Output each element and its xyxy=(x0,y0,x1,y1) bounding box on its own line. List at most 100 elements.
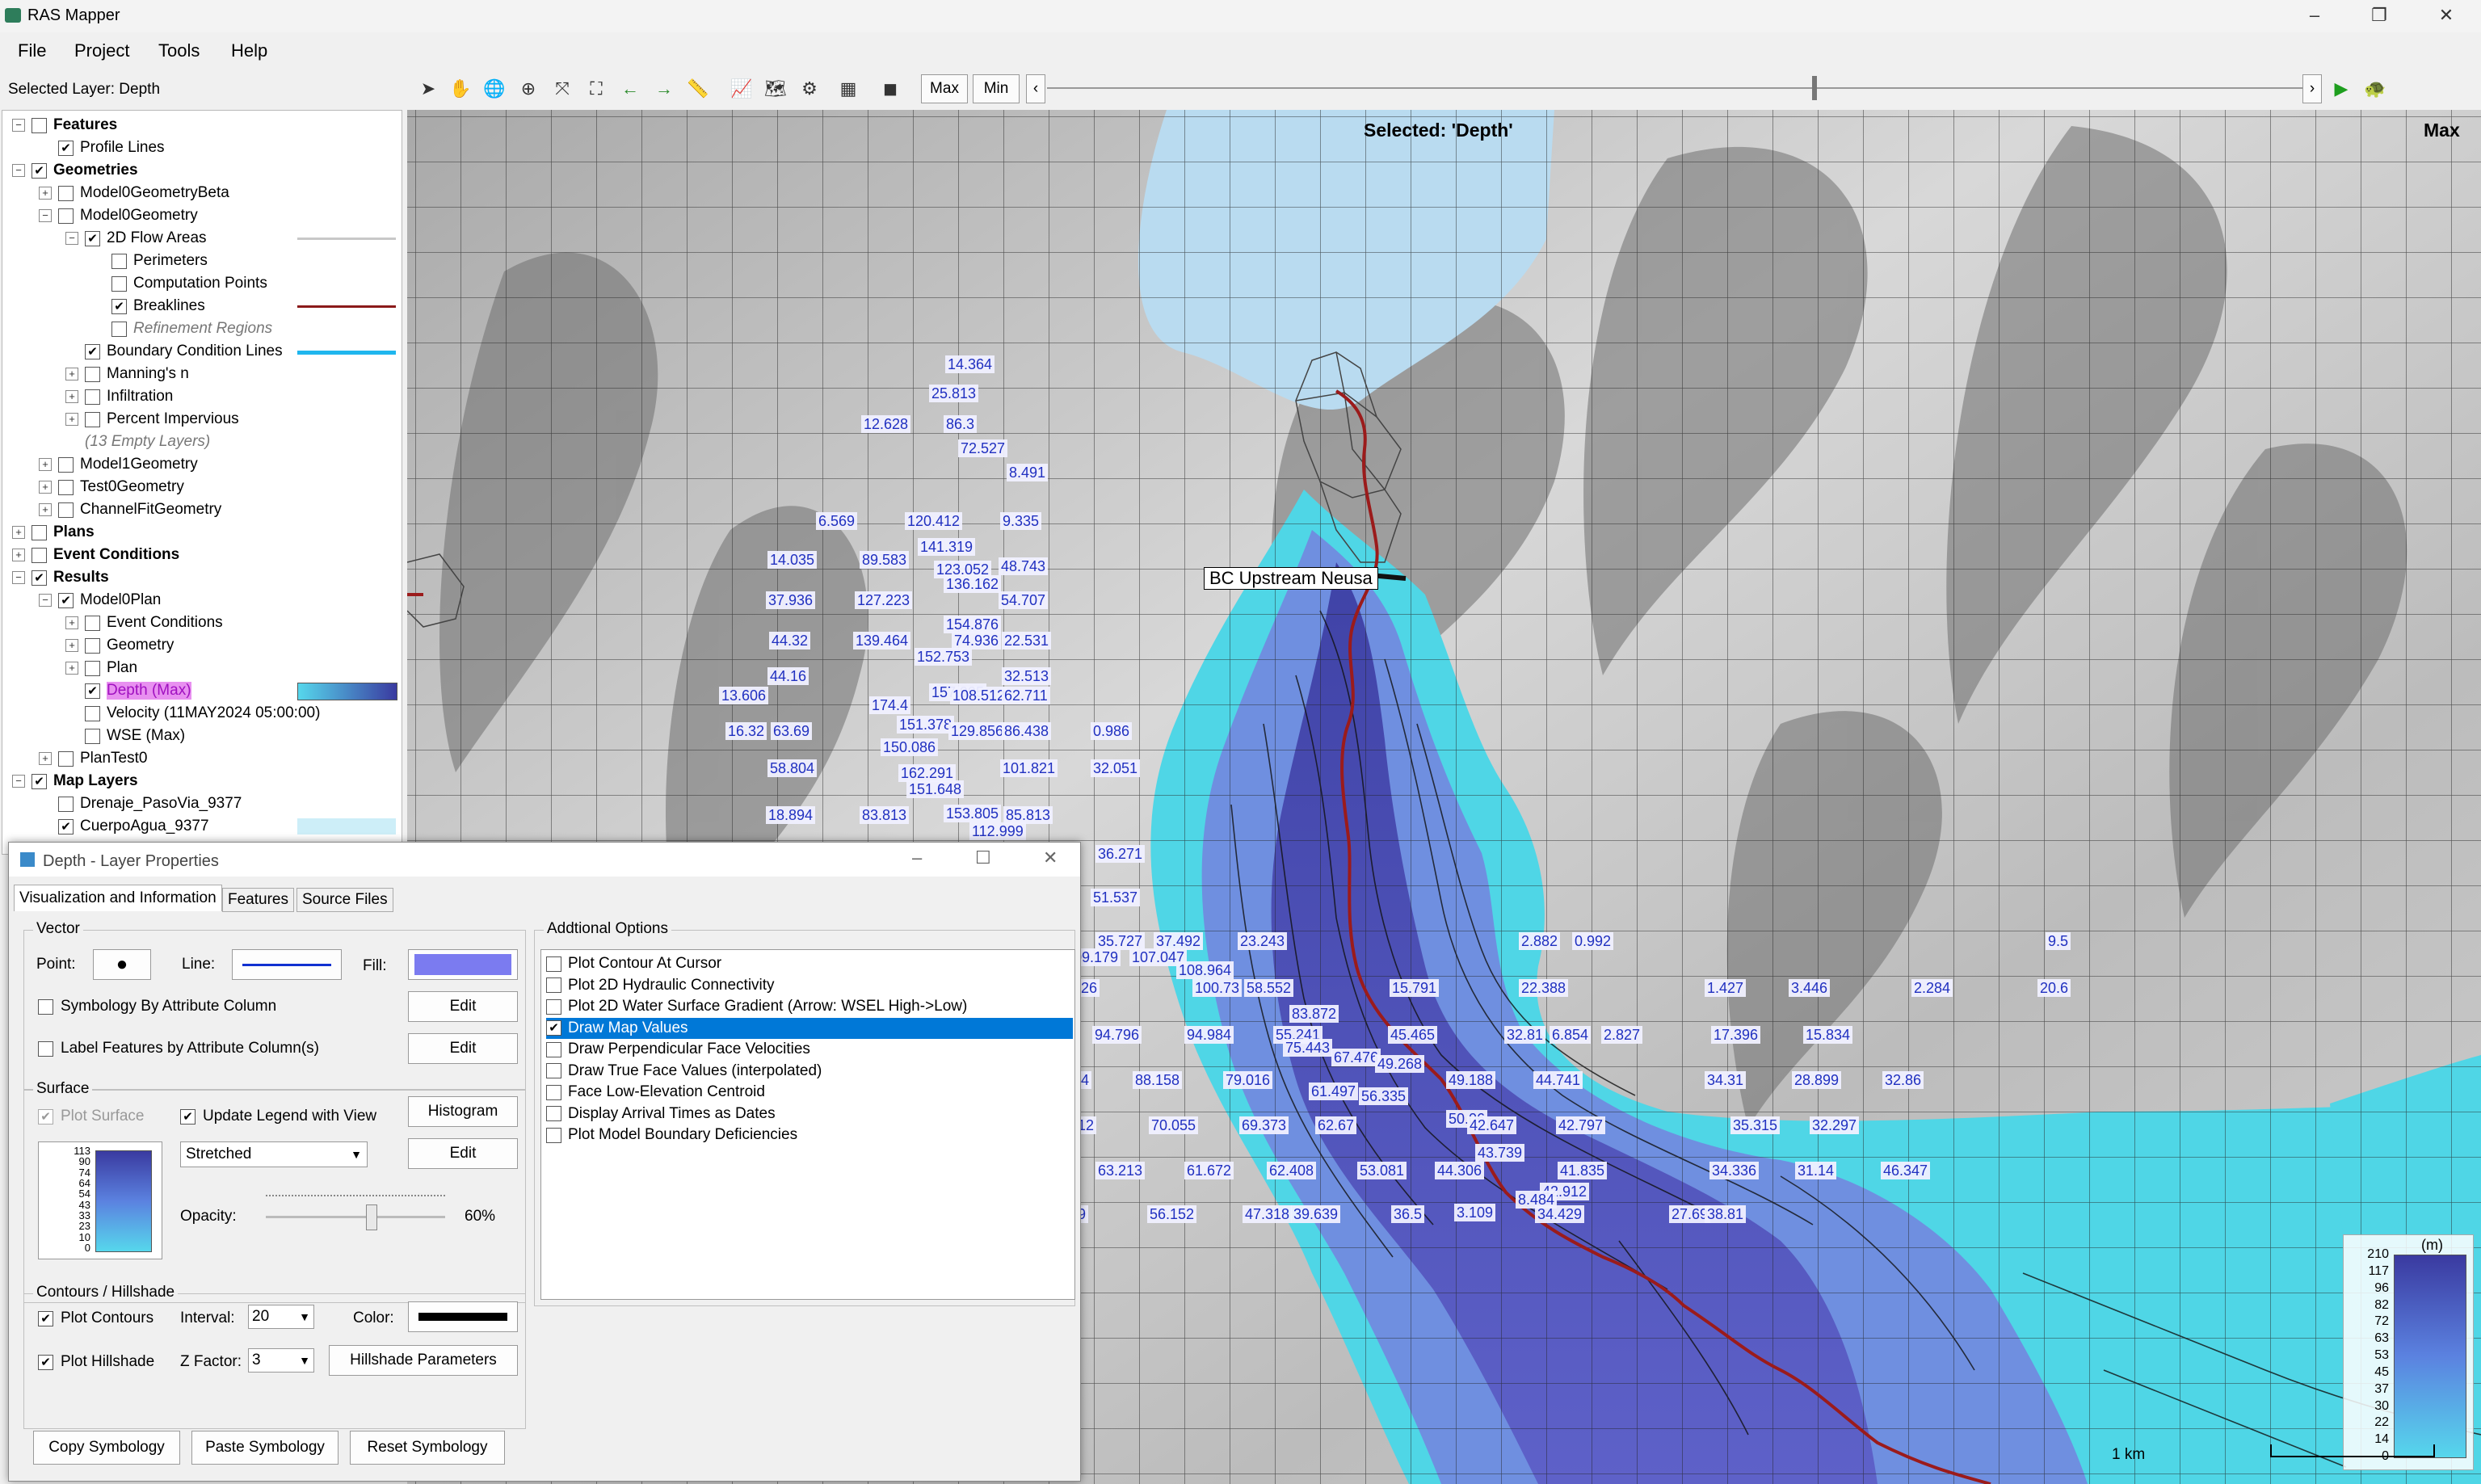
close-button[interactable]: ✕ xyxy=(2430,5,2462,27)
contour-color-button[interactable] xyxy=(408,1301,518,1332)
tree-item-checkbox[interactable] xyxy=(85,366,100,382)
forward-arrow-icon[interactable]: → xyxy=(653,78,675,100)
tree-item-checkbox[interactable]: ✔ xyxy=(58,140,74,156)
tree-item-checkbox[interactable]: ✔ xyxy=(32,570,47,586)
expand-icon[interactable]: + xyxy=(65,413,78,426)
tree-item[interactable]: ✔ Depth (Max) xyxy=(65,679,191,702)
tree-item[interactable]: (13 Empty Layers) xyxy=(65,431,210,453)
update-legend-checkbox[interactable]: ✔ xyxy=(180,1109,196,1125)
tree-item[interactable]: ✔ CuerpoAgua_9377 xyxy=(39,815,209,838)
tree-item[interactable]: + Model1Geometry xyxy=(39,453,198,476)
zoom-in-icon[interactable]: ⊕ xyxy=(517,78,540,100)
expand-icon[interactable]: + xyxy=(39,503,52,516)
tree-item[interactable]: − ✔ Results xyxy=(12,566,109,589)
tree-item-checkbox[interactable]: ✔ xyxy=(32,773,47,789)
tree-item[interactable]: + Geometry xyxy=(65,634,174,657)
tree-item[interactable]: + Infiltration xyxy=(65,385,173,408)
pointer-icon[interactable]: ➤ xyxy=(417,78,439,100)
collapse-icon[interactable]: − xyxy=(12,775,25,788)
tree-item-checkbox[interactable] xyxy=(58,456,74,473)
tree-item[interactable]: Perimeters xyxy=(92,250,208,272)
tree-item[interactable]: + Plans xyxy=(12,521,95,544)
tree-item-checkbox[interactable]: ✔ xyxy=(85,343,100,359)
tree-item-checkbox[interactable] xyxy=(85,660,100,676)
label-features-checkbox[interactable] xyxy=(38,1041,53,1057)
option-item[interactable]: ✔ Draw Map Values xyxy=(546,1017,1073,1039)
paste-symbology-button[interactable]: Paste Symbology xyxy=(191,1431,339,1465)
tree-item-checkbox[interactable] xyxy=(58,750,74,767)
tree-item-checkbox[interactable] xyxy=(32,117,47,133)
symbology-edit-button[interactable]: Edit xyxy=(408,991,518,1022)
collapse-icon[interactable]: − xyxy=(12,119,25,132)
tree-item-checkbox[interactable]: ✔ xyxy=(58,818,74,834)
max-button[interactable]: Max xyxy=(921,74,968,103)
tree-item[interactable]: + Event Conditions xyxy=(12,544,179,566)
collapse-icon[interactable]: − xyxy=(39,209,52,222)
zfactor-select[interactable]: 3 ▼ xyxy=(248,1348,314,1373)
globe-icon[interactable]: 🌐 xyxy=(483,78,506,100)
point-style-button[interactable]: ● xyxy=(93,949,151,980)
full-extent-icon[interactable]: ⛶ xyxy=(585,78,608,100)
option-item[interactable]: Plot Model Boundary Deficiencies xyxy=(546,1125,1073,1146)
tree-item[interactable]: ✔ Breaklines xyxy=(92,295,205,317)
layers-icon[interactable]: ▦ xyxy=(837,78,860,100)
menu-file[interactable]: File xyxy=(18,40,46,61)
option-checkbox[interactable] xyxy=(546,1041,561,1057)
zoom-extent-icon[interactable]: ⤧ xyxy=(551,78,574,100)
tree-item-checkbox[interactable] xyxy=(85,389,100,405)
play-icon[interactable]: ▶ xyxy=(2330,78,2353,100)
tree-item-checkbox[interactable]: ✔ xyxy=(32,162,47,179)
tab-features[interactable]: Features xyxy=(222,888,294,912)
animation-speed-icon[interactable]: 🐢 xyxy=(2364,78,2386,100)
tree-item[interactable]: + Plan xyxy=(65,657,137,679)
map-icon[interactable]: 🗺 xyxy=(764,78,787,100)
tree-item[interactable]: − ✔ Geometries xyxy=(12,159,138,182)
profile-icon[interactable]: 📈 xyxy=(730,78,753,100)
symbology-by-attribute-checkbox[interactable] xyxy=(38,999,53,1015)
plot-surface-checkbox[interactable]: ✔ xyxy=(38,1109,53,1125)
tree-item-checkbox[interactable] xyxy=(58,796,74,812)
tree-item[interactable]: − Features xyxy=(12,114,117,137)
time-slider-track[interactable] xyxy=(1047,87,2307,89)
hillshade-parameters-button[interactable]: Hillshade Parameters xyxy=(329,1345,518,1376)
expand-icon[interactable]: + xyxy=(12,549,25,561)
expand-icon[interactable]: + xyxy=(65,616,78,629)
expand-icon[interactable]: + xyxy=(65,639,78,652)
tree-item[interactable]: Velocity (11MAY2024 05:00:00) xyxy=(65,702,320,725)
tree-item-checkbox[interactable] xyxy=(85,615,100,631)
interval-select[interactable]: 20 ▼ xyxy=(248,1305,314,1329)
line-style-button[interactable] xyxy=(232,949,342,980)
tree-item-checkbox[interactable] xyxy=(58,479,74,495)
tree-item-checkbox[interactable] xyxy=(58,208,74,224)
min-button[interactable]: Min xyxy=(973,74,1020,103)
tree-item-checkbox[interactable] xyxy=(85,411,100,427)
tree-item[interactable]: + Percent Impervious xyxy=(65,408,239,431)
dialog-maximize-button[interactable]: ☐ xyxy=(975,847,991,868)
option-checkbox[interactable] xyxy=(546,1106,561,1121)
tree-item[interactable]: Refinement Regions xyxy=(92,317,272,340)
tree-item-checkbox[interactable]: ✔ xyxy=(85,683,100,699)
tree-item[interactable]: + Manning's n xyxy=(65,363,189,385)
expand-icon[interactable]: + xyxy=(12,526,25,539)
back-arrow-icon[interactable]: ← xyxy=(619,78,641,100)
tree-item-checkbox[interactable] xyxy=(85,705,100,721)
collapse-icon[interactable]: − xyxy=(12,571,25,584)
tree-item[interactable]: − ✔ 2D Flow Areas xyxy=(65,227,207,250)
plot-hillshade-checkbox[interactable]: ✔ xyxy=(38,1355,53,1370)
option-checkbox[interactable] xyxy=(546,1127,561,1143)
cube-icon[interactable]: ◼ xyxy=(879,78,902,100)
menu-project[interactable]: Project xyxy=(74,40,129,61)
tree-item-checkbox[interactable] xyxy=(85,728,100,744)
option-checkbox[interactable] xyxy=(546,1084,561,1100)
tree-item-checkbox[interactable]: ✔ xyxy=(111,298,127,314)
option-checkbox[interactable] xyxy=(546,977,561,993)
option-checkbox[interactable] xyxy=(546,956,561,972)
time-slider-thumb[interactable] xyxy=(1812,76,1817,100)
dialog-minimize-button[interactable]: – xyxy=(912,847,922,868)
surface-edit-button[interactable]: Edit xyxy=(408,1138,518,1169)
fill-color-button[interactable] xyxy=(408,949,518,980)
menu-help[interactable]: Help xyxy=(231,40,267,61)
reset-symbology-button[interactable]: Reset Symbology xyxy=(350,1431,505,1465)
tree-item[interactable]: − ✔ Map Layers xyxy=(12,770,138,792)
collapse-icon[interactable]: − xyxy=(12,164,25,177)
